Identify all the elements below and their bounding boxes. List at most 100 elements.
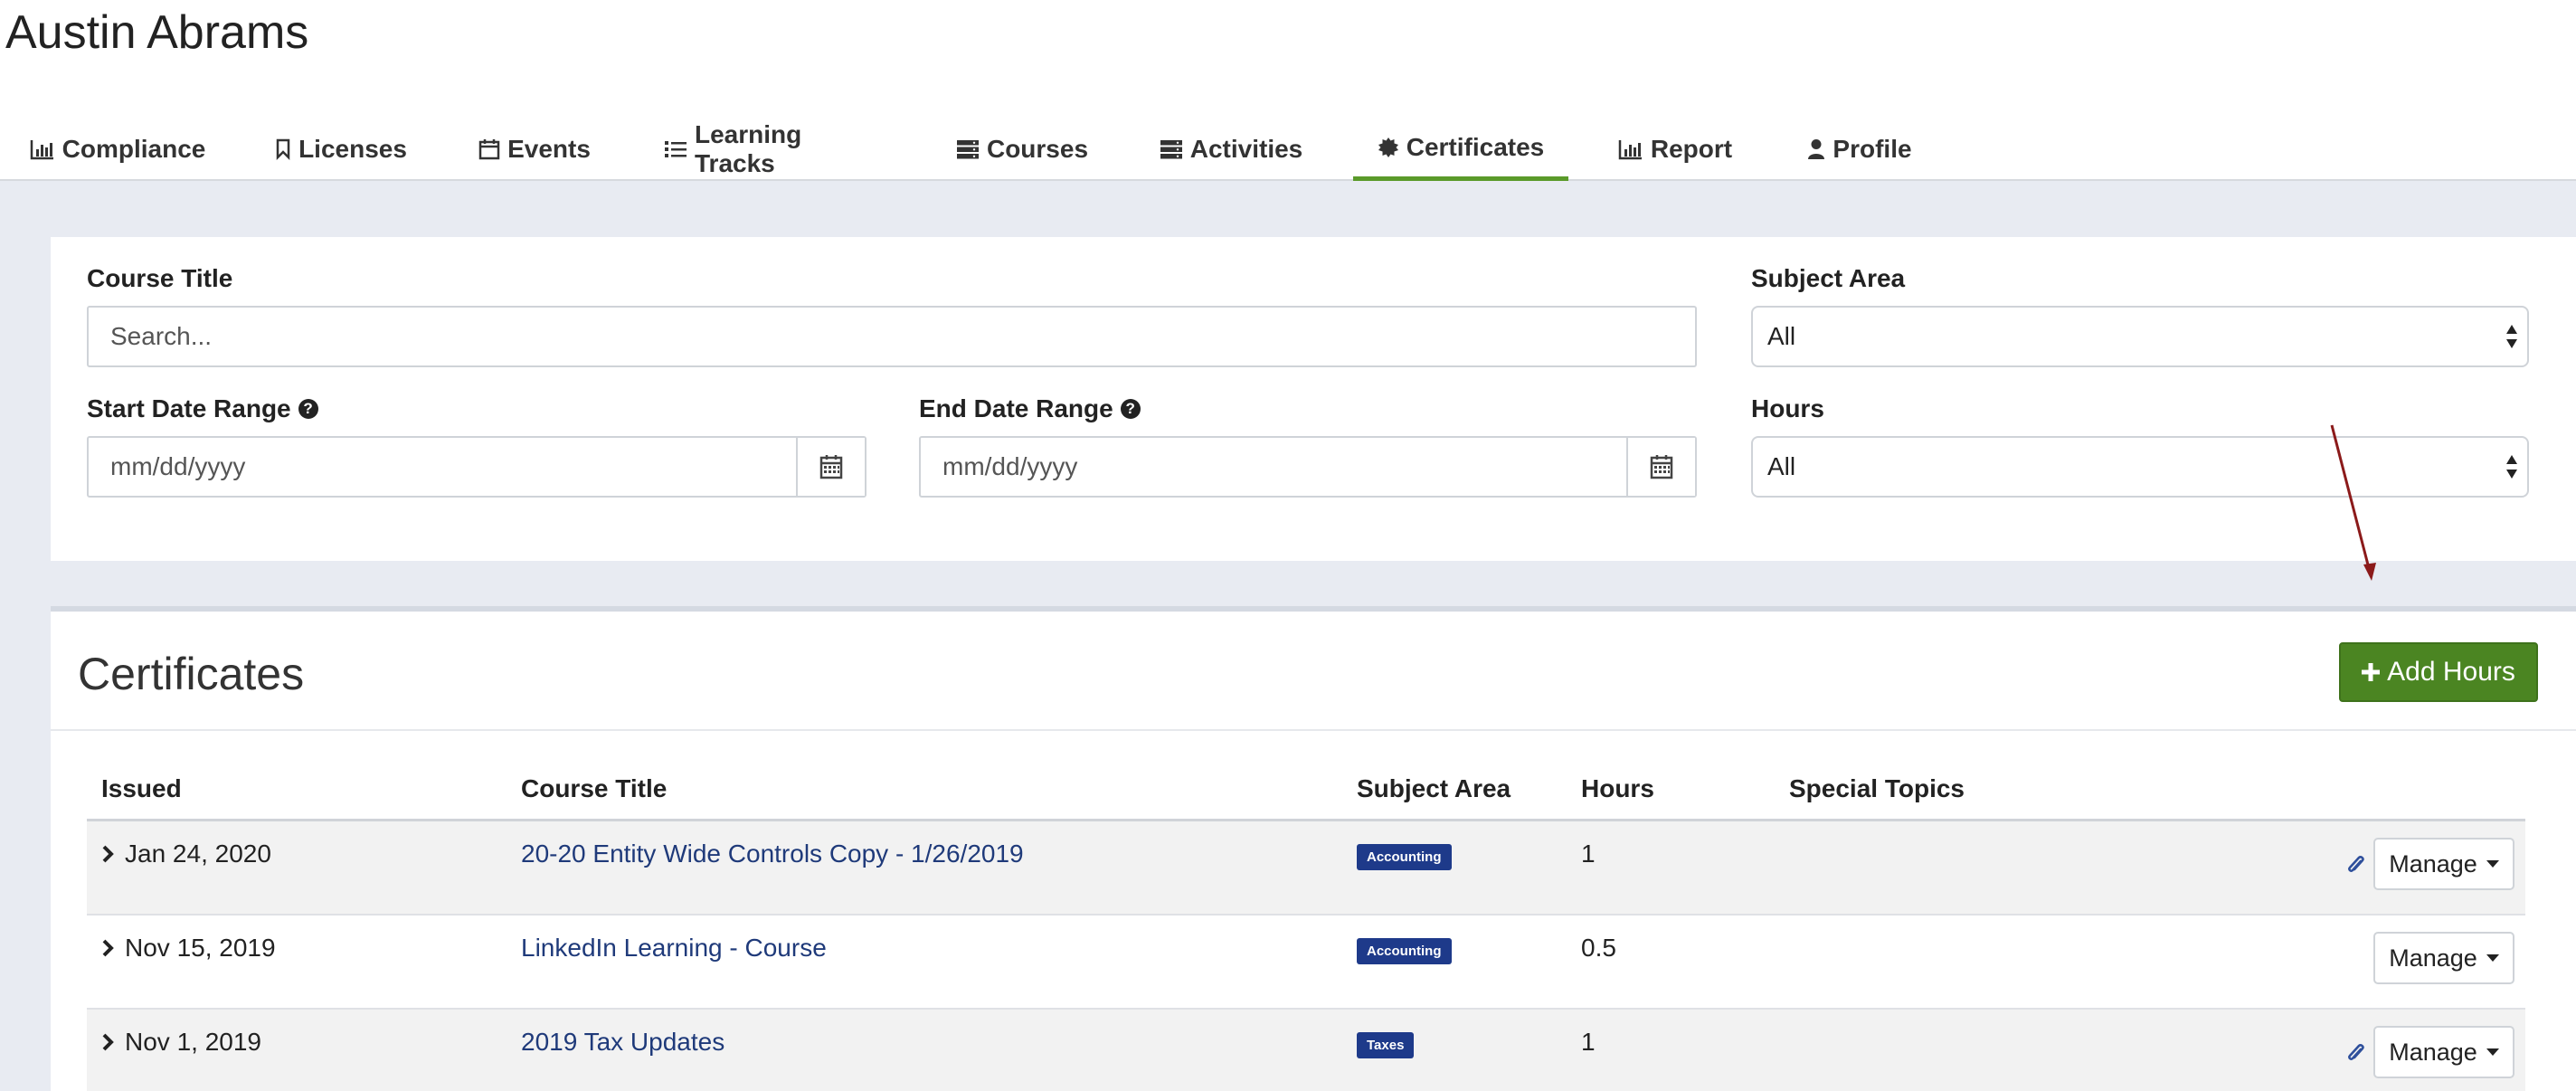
tab-learning-tracks[interactable]: Learning Tracks: [664, 118, 885, 181]
column-header-course-title[interactable]: Course Title: [521, 774, 667, 803]
question-circle-icon[interactable]: ?: [1120, 399, 1141, 419]
caret-down-icon: [2486, 1048, 2499, 1056]
subject-area-select[interactable]: All: [1751, 306, 2529, 367]
issued-date: Nov 1, 2019: [125, 1028, 261, 1056]
tab-courses[interactable]: Courses: [956, 118, 1089, 181]
issued-cell[interactable]: Nov 1, 2019: [101, 1028, 261, 1057]
tab-licenses[interactable]: Licenses: [276, 118, 407, 181]
manage-label: Manage: [2389, 944, 2477, 972]
course-title-link[interactable]: 20-20 Entity Wide Controls Copy - 1/26/2…: [521, 840, 1024, 868]
end-date-input[interactable]: mm/dd/yyyy: [919, 436, 1697, 498]
calendar-icon: [1650, 455, 1673, 479]
certificates-panel: Certificates Add Hours Issued Course Tit…: [51, 606, 2576, 1091]
tab-profile-label: Profile: [1833, 135, 1912, 163]
tab-events-label: Events: [507, 135, 591, 163]
issued-cell[interactable]: Nov 15, 2019: [101, 934, 276, 963]
chevron-right-icon: [102, 1033, 114, 1051]
add-hours-button[interactable]: Add Hours: [2339, 642, 2538, 702]
chevron-right-icon: [102, 939, 114, 957]
tab-certificates[interactable]: Certificates: [1353, 118, 1568, 181]
end-date-filter-label: End Date Range ?: [919, 394, 1141, 423]
tab-events[interactable]: Events: [478, 118, 591, 181]
certificate-icon: [1378, 137, 1398, 157]
end-date-filter-label-text: End Date Range: [919, 394, 1113, 422]
divider: [51, 729, 2576, 731]
server-icon: [956, 140, 979, 159]
hours-select-value: All: [1767, 452, 1796, 480]
bookmark-icon: [276, 138, 290, 160]
select-arrows-icon: [2505, 324, 2518, 349]
course-title-filter-label: Course Title: [87, 264, 233, 292]
tab-report[interactable]: Report: [1617, 118, 1733, 181]
tab-licenses-label: Licenses: [298, 135, 407, 163]
main-nav: Compliance Licenses Events Learning Trac…: [0, 118, 2576, 181]
hours-value: 0.5: [1581, 934, 1616, 962]
paperclip-icon[interactable]: [2346, 1042, 2366, 1066]
caret-down-icon: [2486, 954, 2499, 962]
course-title-search-input[interactable]: Search...: [87, 306, 1697, 367]
server-icon: [1160, 140, 1182, 159]
start-date-placeholder: mm/dd/yyyy: [110, 452, 246, 480]
tab-courses-label: Courses: [986, 135, 1089, 163]
end-date-calendar-button[interactable]: [1626, 438, 1695, 496]
user-icon: [1808, 139, 1825, 159]
tab-activities-label: Activities: [1189, 135, 1303, 163]
tab-report-label: Report: [1650, 135, 1733, 163]
table-header: Issued Course Title Subject Area Hours S…: [87, 753, 2525, 821]
subject-area-select-value: All: [1767, 322, 1796, 350]
course-title-link[interactable]: 2019 Tax Updates: [521, 1028, 724, 1057]
tab-profile[interactable]: Profile: [1807, 118, 1912, 181]
hours-value: 1: [1581, 1028, 1596, 1056]
hours-value: 1: [1581, 840, 1596, 868]
list-icon: [665, 141, 687, 157]
issued-cell[interactable]: Jan 24, 2020: [101, 840, 271, 868]
subject-area-badge: Accounting: [1357, 844, 1452, 870]
column-header-issued[interactable]: Issued: [101, 774, 182, 803]
tab-certificates-label: Certificates: [1406, 132, 1545, 161]
tab-compliance-label: Compliance: [62, 135, 206, 163]
end-date-placeholder: mm/dd/yyyy: [942, 452, 1078, 480]
start-date-filter-label: Start Date Range ?: [87, 394, 318, 423]
chevron-right-icon: [102, 845, 114, 863]
column-header-special-topics[interactable]: Special Topics: [1789, 774, 1965, 803]
certificates-heading: Certificates: [78, 649, 305, 699]
manage-dropdown-button[interactable]: Manage: [2373, 932, 2514, 984]
annotation-arrow: [2330, 424, 2376, 581]
plus-icon: [2362, 663, 2381, 681]
manage-label: Manage: [2389, 1038, 2477, 1066]
start-date-calendar-button[interactable]: [796, 438, 865, 496]
table-row: Jan 24, 2020 20-20 Entity Wide Controls …: [87, 821, 2525, 915]
manage-dropdown-button[interactable]: Manage: [2373, 838, 2514, 890]
start-date-input[interactable]: mm/dd/yyyy: [87, 436, 867, 498]
table-row: Nov 1, 2019 2019 Tax Updates Taxes 1 Man…: [87, 1010, 2525, 1091]
issued-date: Jan 24, 2020: [125, 840, 271, 868]
bar-chart-icon: [1618, 140, 1642, 160]
hours-filter-label: Hours: [1751, 394, 1824, 422]
tab-activities[interactable]: Activities: [1160, 118, 1302, 181]
column-header-subject-area[interactable]: Subject Area: [1357, 774, 1511, 803]
issued-date: Nov 15, 2019: [125, 934, 276, 962]
column-header-hours[interactable]: Hours: [1581, 774, 1654, 803]
certificates-table: Issued Course Title Subject Area Hours S…: [87, 753, 2525, 1091]
manage-dropdown-button[interactable]: Manage: [2373, 1026, 2514, 1078]
select-arrows-icon: [2505, 454, 2518, 479]
paperclip-icon[interactable]: [2346, 854, 2366, 878]
caret-down-icon: [2486, 860, 2499, 868]
add-hours-label: Add Hours: [2387, 657, 2515, 687]
page-title: Austin Abrams: [5, 6, 309, 59]
calendar-icon: [819, 455, 843, 479]
table-row: Nov 15, 2019 LinkedIn Learning - Course …: [87, 915, 2525, 1010]
start-date-filter-label-text: Start Date Range: [87, 394, 291, 422]
question-circle-icon[interactable]: ?: [298, 399, 318, 419]
calendar-icon: [478, 139, 500, 160]
subject-area-badge: Taxes: [1357, 1032, 1415, 1058]
filter-panel: Course Title Search... Subject Area All …: [51, 237, 2576, 561]
hours-select[interactable]: All: [1751, 436, 2529, 498]
tab-learning-tracks-label: Learning Tracks: [695, 120, 802, 177]
course-title-link[interactable]: LinkedIn Learning - Course: [521, 934, 827, 963]
subject-area-badge: Accounting: [1357, 938, 1452, 964]
bar-chart-icon: [30, 140, 53, 160]
tab-compliance[interactable]: Compliance: [30, 118, 206, 181]
manage-label: Manage: [2389, 849, 2477, 878]
subject-area-filter-label: Subject Area: [1751, 264, 1906, 292]
